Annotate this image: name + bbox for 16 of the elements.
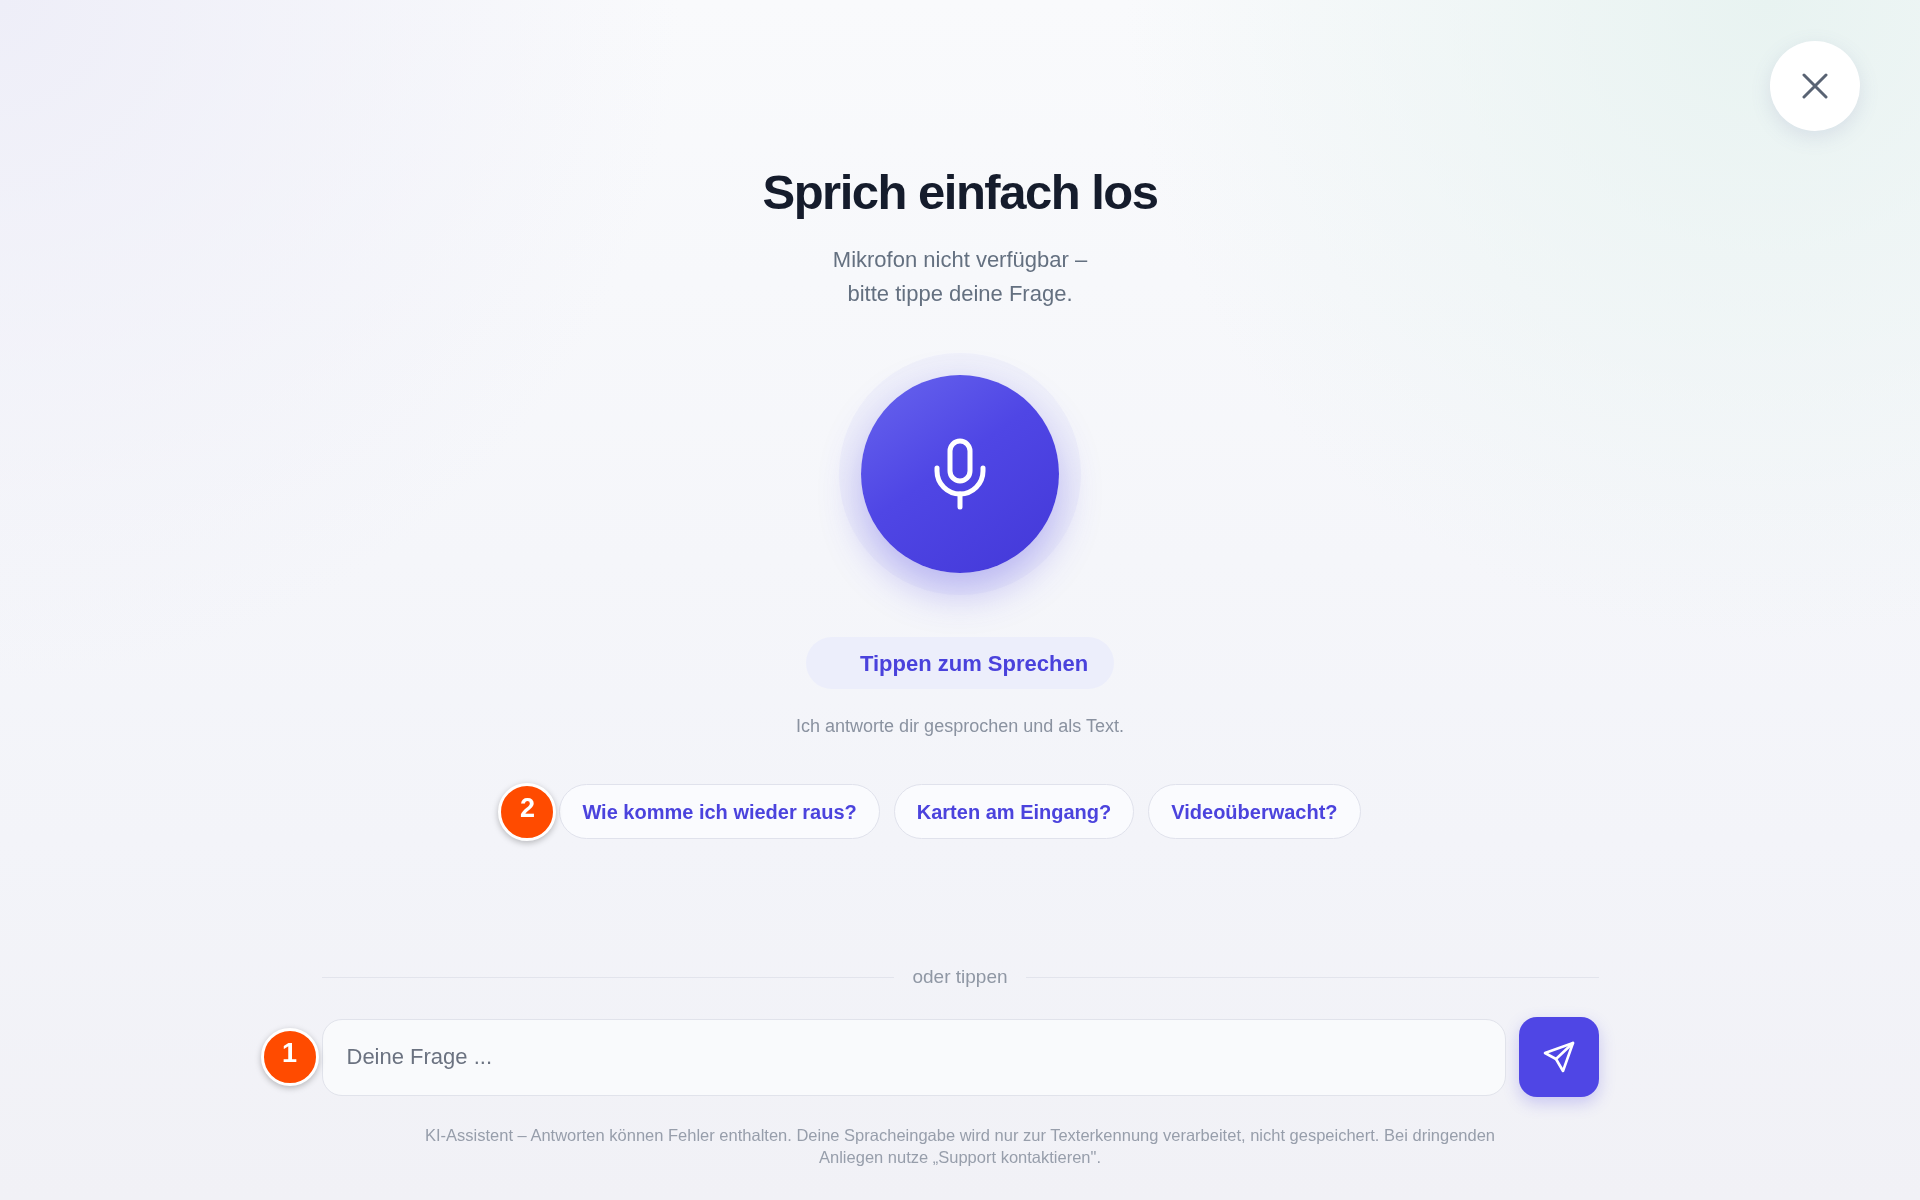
hint-text: Ich antworte dir gesprochen und als Text. <box>796 715 1124 738</box>
number-badge: 1 <box>260 1028 319 1086</box>
subtitle-text: Mikrofon nicht verfügbar – bitte tippe deine Frage. <box>832 246 1088 308</box>
page-title: Sprich einfach los <box>762 166 1158 219</box>
question-input[interactable]: Deine Frage ... <box>321 1018 1506 1096</box>
send-button[interactable] <box>1518 1017 1599 1097</box>
suggestion-chip[interactable]: Videoüberwacht? <box>1148 784 1361 839</box>
microphone-icon <box>933 438 987 510</box>
suggestion-chip[interactable]: Karten am Eingang? <box>893 784 1135 839</box>
divider-label: oder tippen <box>912 965 1008 989</box>
suggestion-chip[interactable]: Wie komme ich wieder raus? <box>559 784 880 839</box>
send-icon <box>1542 1041 1575 1073</box>
tap-to-speak-button[interactable]: Tippen zum Sprechen <box>805 637 1115 689</box>
number-badge: 2 <box>498 782 557 841</box>
disclaimer-text: KI-Assistent – Antworten können Fehler enthalten. Deine Spracheingabe wird nur zur Texterkennung verarbeitet, nicht gespeichert. Bei dringenden Anliegen nutze „Support kontaktieren". <box>424 1125 1496 1168</box>
close-icon <box>1802 73 1828 99</box>
